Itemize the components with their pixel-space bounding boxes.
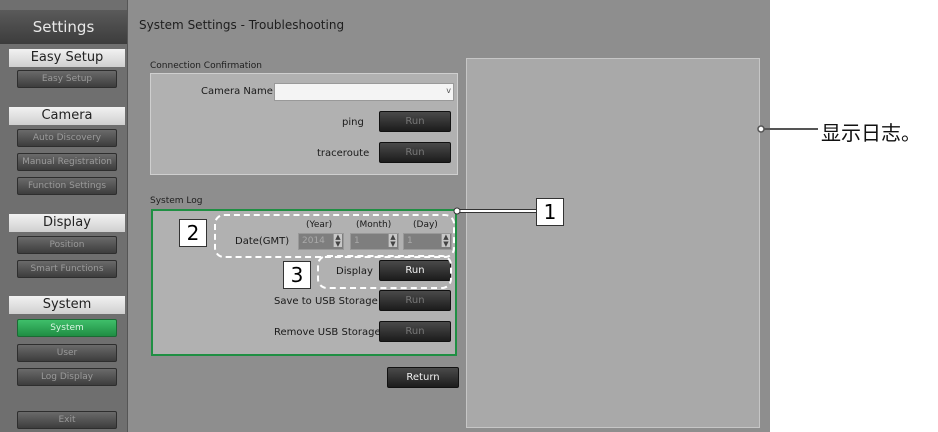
sidebar-item-function-settings[interactable]: Function Settings bbox=[17, 177, 117, 195]
connection-confirmation-label: Connection Confirmation bbox=[150, 61, 263, 71]
system-log-label: System Log bbox=[150, 196, 203, 206]
callout-3: 3 bbox=[283, 261, 311, 289]
remove-usb-run-button[interactable]: Run bbox=[379, 321, 451, 342]
sidebar-title: Settings bbox=[0, 10, 127, 44]
save-usb-label: Save to USB Storage bbox=[274, 296, 378, 307]
sidebar-item-user[interactable]: User bbox=[17, 344, 117, 362]
sidebar-item-easy-setup[interactable]: Easy Setup bbox=[17, 70, 117, 88]
section-heading-display: Display bbox=[9, 214, 125, 232]
log-display-area bbox=[466, 58, 760, 428]
app-window: Settings Easy Setup Easy Setup Camera Au… bbox=[0, 0, 770, 432]
sidebar-item-log-display[interactable]: Log Display bbox=[17, 368, 117, 386]
log-note-label: 显示日志。 bbox=[821, 121, 921, 145]
ping-label: ping bbox=[342, 117, 364, 128]
sidebar: Settings Easy Setup Easy Setup Camera Au… bbox=[0, 0, 128, 432]
save-usb-run-button[interactable]: Run bbox=[379, 290, 451, 311]
sidebar-item-position[interactable]: Position bbox=[17, 236, 117, 254]
camera-name-label: Camera Name bbox=[201, 86, 273, 97]
exit-button[interactable]: Exit bbox=[17, 411, 117, 429]
sidebar-item-auto-discovery[interactable]: Auto Discovery bbox=[17, 129, 117, 147]
traceroute-run-button[interactable]: Run bbox=[379, 142, 451, 163]
connection-confirmation-panel: Camera Name v ping Run traceroute Run bbox=[150, 73, 458, 175]
ping-run-button[interactable]: Run bbox=[379, 111, 451, 132]
date-highlight-outline bbox=[214, 214, 455, 258]
section-heading-camera: Camera bbox=[9, 107, 125, 125]
sidebar-item-smart-functions[interactable]: Smart Functions bbox=[17, 260, 117, 278]
callout-2: 2 bbox=[179, 219, 207, 247]
traceroute-label: traceroute bbox=[317, 148, 370, 159]
camera-name-select[interactable]: v bbox=[274, 83, 454, 101]
sidebar-item-manual-registration[interactable]: Manual Registration bbox=[17, 153, 117, 171]
display-highlight-outline bbox=[317, 255, 452, 289]
section-heading-easy-setup: Easy Setup bbox=[9, 49, 125, 67]
section-heading-system: System bbox=[9, 296, 125, 314]
sidebar-item-system[interactable]: System bbox=[17, 319, 117, 337]
remove-usb-label: Remove USB Storage bbox=[274, 327, 381, 338]
chevron-down-icon: v bbox=[446, 86, 451, 95]
page-title: System Settings - Troubleshooting bbox=[139, 18, 345, 32]
return-button[interactable]: Return bbox=[387, 367, 459, 388]
callout-1: 1 bbox=[536, 198, 564, 226]
